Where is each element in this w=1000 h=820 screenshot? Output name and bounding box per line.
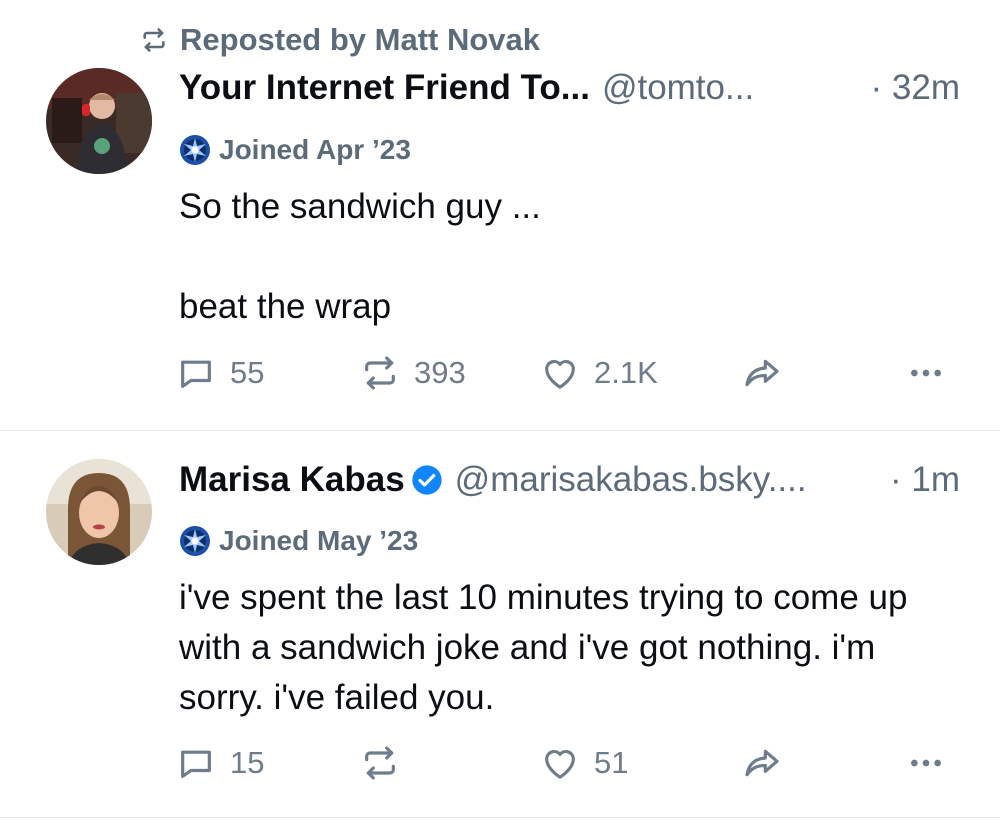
post-text: So the sandwich guy ... beat the wrap xyxy=(179,187,541,326)
timestamp[interactable]: · 1m xyxy=(890,460,960,500)
reply-button[interactable]: 55 xyxy=(176,348,264,398)
reply-count: 15 xyxy=(230,745,265,780)
like-button[interactable]: 2.1K xyxy=(540,348,658,398)
handle[interactable]: @tomto... xyxy=(602,68,754,108)
post-header: Your Internet Friend To... @tomto... · 3… xyxy=(179,63,960,113)
repost-label: Reposted by Matt Novak xyxy=(180,22,541,57)
display-name[interactable]: Marisa Kabas xyxy=(179,460,405,500)
heart-icon xyxy=(545,749,575,779)
avatar[interactable] xyxy=(46,459,152,565)
reply-button[interactable]: 15 xyxy=(176,738,264,788)
post-divider xyxy=(0,817,1000,818)
feed: Reposted by Matt Novak Your Internet Fri… xyxy=(0,0,1000,820)
share-button[interactable] xyxy=(742,348,796,398)
display-name[interactable]: Your Internet Friend To... xyxy=(179,68,590,108)
new-account-icon xyxy=(180,135,210,165)
joined-label: Joined Apr ’23 xyxy=(219,134,411,165)
timestamp[interactable]: · 32m xyxy=(871,68,960,108)
more-button[interactable] xyxy=(906,348,946,398)
like-count: 51 xyxy=(594,745,629,780)
repost-small-icon xyxy=(143,28,165,52)
share-icon xyxy=(745,749,779,777)
post[interactable]: Marisa Kabas @marisakabas.bsky.... · 1m … xyxy=(0,431,1000,820)
more-icon xyxy=(911,759,941,767)
repost-indicator[interactable]: Reposted by Matt Novak xyxy=(140,20,540,60)
like-count: 2.1K xyxy=(594,355,658,390)
repost-button[interactable] xyxy=(360,738,414,788)
share-icon xyxy=(745,359,779,387)
repost-icon xyxy=(365,356,395,390)
avatar[interactable] xyxy=(46,68,152,174)
reply-icon xyxy=(181,360,211,388)
repost-icon xyxy=(365,746,395,780)
repost-button[interactable]: 393 xyxy=(360,348,466,398)
verified-badge-icon xyxy=(412,465,442,495)
avatar-photo xyxy=(46,459,152,565)
post[interactable]: Reposted by Matt Novak Your Internet Fri… xyxy=(0,0,1000,430)
reply-icon xyxy=(181,750,211,778)
more-button[interactable] xyxy=(906,738,946,788)
like-button[interactable]: 51 xyxy=(540,738,628,788)
heart-icon xyxy=(545,359,575,389)
post-actions: 55 393 2.1K xyxy=(176,348,966,398)
post-text: i've spent the last 10 minutes trying to… xyxy=(179,578,918,717)
joined-badge: Joined Apr ’23 xyxy=(179,132,411,168)
repost-count: 393 xyxy=(414,355,466,390)
reply-count: 55 xyxy=(230,355,265,390)
post-actions: 15 51 xyxy=(176,738,966,788)
joined-label: Joined May ’23 xyxy=(219,525,419,556)
avatar-photo xyxy=(46,68,152,174)
new-account-icon xyxy=(180,526,210,556)
handle[interactable]: @marisakabas.bsky.... xyxy=(455,460,807,500)
post-header: Marisa Kabas @marisakabas.bsky.... · 1m xyxy=(179,455,960,505)
share-button[interactable] xyxy=(742,738,796,788)
more-icon xyxy=(911,369,941,377)
joined-badge: Joined May ’23 xyxy=(179,523,418,559)
